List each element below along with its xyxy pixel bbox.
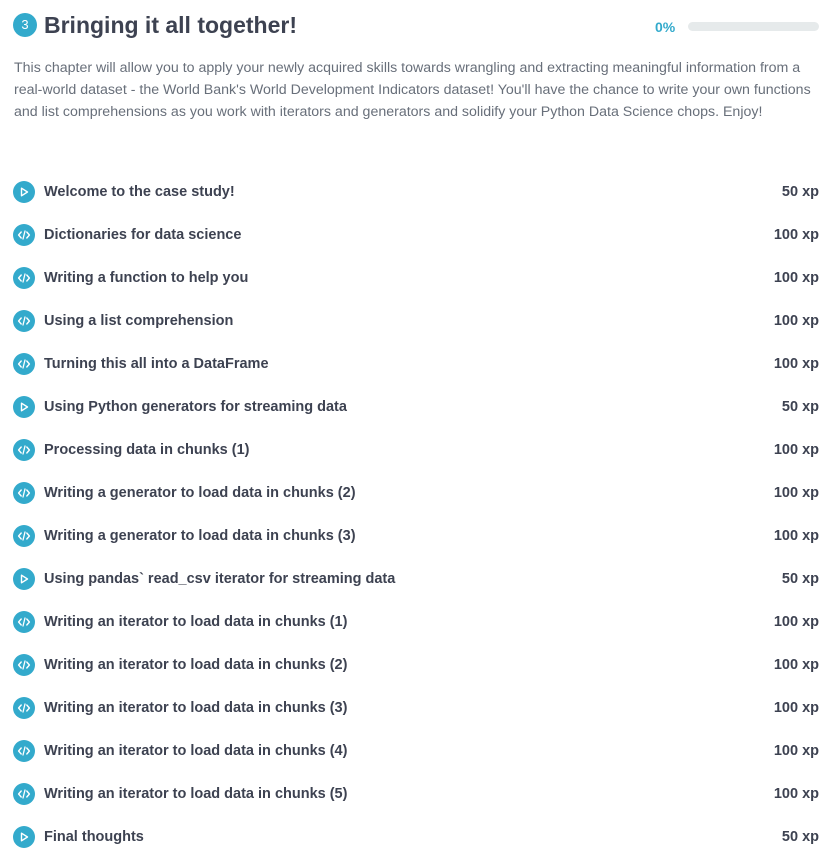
progress-bar	[688, 22, 819, 31]
code-icon	[13, 525, 35, 547]
exercise-xp: 50 xp	[781, 829, 819, 845]
exercise-row[interactable]: Welcome to the case study! 50 xp	[13, 171, 819, 214]
video-play-icon	[13, 568, 35, 590]
code-icon	[13, 611, 35, 633]
code-icon	[13, 697, 35, 719]
exercise-row[interactable]: Writing a generator to load data in chun…	[13, 472, 819, 515]
exercise-row[interactable]: Using Python generators for streaming da…	[13, 386, 819, 429]
video-play-icon	[13, 181, 35, 203]
exercise-title[interactable]: Dictionaries for data science	[44, 226, 241, 244]
exercise-title[interactable]: Final thoughts	[44, 828, 144, 846]
code-icon	[13, 224, 35, 246]
exercise-title[interactable]: Writing an iterator to load data in chun…	[44, 699, 347, 717]
exercise-xp: 100 xp	[773, 700, 819, 716]
exercise-xp: 50 xp	[781, 184, 819, 200]
code-icon	[13, 353, 35, 375]
exercise-title[interactable]: Writing an iterator to load data in chun…	[44, 742, 347, 760]
exercise-title[interactable]: Using pandas` read_csv iterator for stre…	[44, 570, 395, 588]
code-icon	[13, 783, 35, 805]
exercise-title[interactable]: Turning this all into a DataFrame	[44, 355, 269, 373]
exercise-xp: 100 xp	[773, 442, 819, 458]
exercise-xp: 50 xp	[781, 399, 819, 415]
exercise-xp: 100 xp	[773, 614, 819, 630]
code-icon	[13, 267, 35, 289]
exercise-title[interactable]: Writing an iterator to load data in chun…	[44, 785, 347, 803]
exercise-row[interactable]: Writing an iterator to load data in chun…	[13, 687, 819, 730]
exercise-xp: 100 xp	[773, 270, 819, 286]
code-icon	[13, 740, 35, 762]
exercise-row[interactable]: Writing a function to help you 100 xp	[13, 257, 819, 300]
exercise-row[interactable]: Writing an iterator to load data in chun…	[13, 644, 819, 687]
code-icon	[13, 439, 35, 461]
code-icon	[13, 482, 35, 504]
exercise-row[interactable]: Turning this all into a DataFrame 100 xp	[13, 343, 819, 386]
exercise-row[interactable]: Final thoughts 50 xp	[13, 816, 819, 859]
video-play-icon	[13, 396, 35, 418]
exercise-xp: 100 xp	[773, 227, 819, 243]
exercise-row[interactable]: Using a list comprehension 100 xp	[13, 300, 819, 343]
exercise-title[interactable]: Processing data in chunks (1)	[44, 441, 249, 459]
exercise-row[interactable]: Writing a generator to load data in chun…	[13, 515, 819, 558]
exercise-title[interactable]: Writing a function to help you	[44, 269, 248, 287]
exercise-row[interactable]: Using pandas` read_csv iterator for stre…	[13, 558, 819, 601]
exercise-xp: 100 xp	[773, 743, 819, 759]
chapter-header: 3 Bringing it all together! 0%	[13, 10, 819, 42]
exercise-row[interactable]: Writing an iterator to load data in chun…	[13, 601, 819, 644]
exercise-row[interactable]: Writing an iterator to load data in chun…	[13, 773, 819, 816]
exercise-row[interactable]: Dictionaries for data science 100 xp	[13, 214, 819, 257]
exercise-xp: 100 xp	[773, 313, 819, 329]
exercise-title[interactable]: Writing an iterator to load data in chun…	[44, 613, 347, 631]
exercise-title[interactable]: Using Python generators for streaming da…	[44, 398, 347, 416]
video-play-icon	[13, 826, 35, 848]
exercise-row[interactable]: Processing data in chunks (1) 100 xp	[13, 429, 819, 472]
exercise-xp: 100 xp	[773, 657, 819, 673]
code-icon	[13, 654, 35, 676]
chapter-description: This chapter will allow you to apply you…	[14, 60, 811, 120]
exercise-title[interactable]: Writing a generator to load data in chun…	[44, 527, 356, 545]
exercise-xp: 50 xp	[781, 571, 819, 587]
chapter-title: Bringing it all together!	[44, 12, 297, 38]
exercise-xp: 100 xp	[773, 528, 819, 544]
code-icon	[13, 310, 35, 332]
exercise-xp: 100 xp	[773, 485, 819, 501]
exercise-title[interactable]: Using a list comprehension	[44, 312, 233, 330]
exercise-xp: 100 xp	[773, 786, 819, 802]
chapter-number-badge: 3	[13, 13, 37, 37]
progress-percent: 0%	[655, 19, 676, 35]
exercise-xp: 100 xp	[773, 356, 819, 372]
exercise-list: Welcome to the case study! 50 xp Dictionar…	[13, 171, 819, 859]
exercise-title[interactable]: Welcome to the case study!	[44, 183, 235, 201]
exercise-title[interactable]: Writing an iterator to load data in chun…	[44, 656, 347, 674]
exercise-title[interactable]: Writing a generator to load data in chun…	[44, 484, 356, 502]
exercise-row[interactable]: Writing an iterator to load data in chun…	[13, 730, 819, 773]
